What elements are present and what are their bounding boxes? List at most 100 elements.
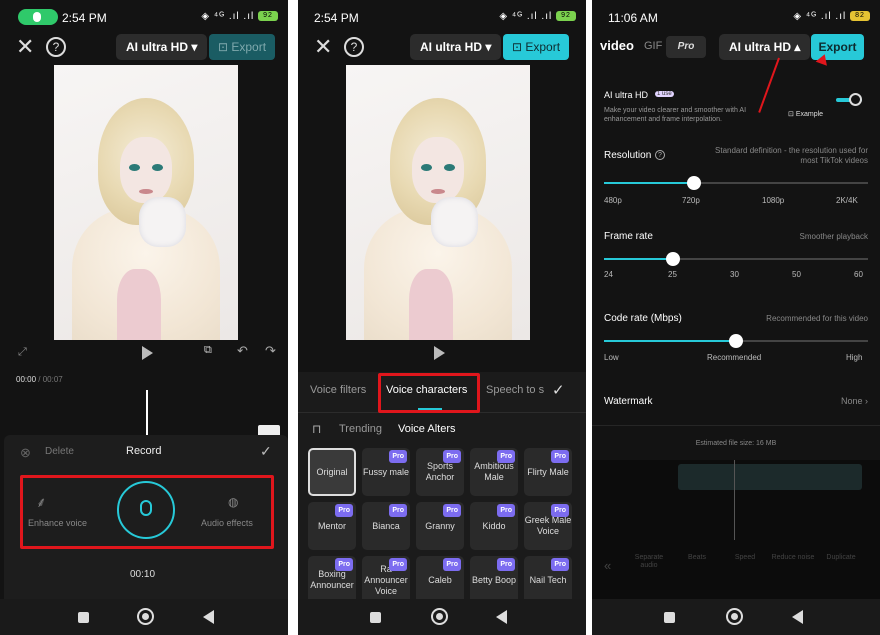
tab-voice-filters[interactable]: Voice filters — [310, 384, 366, 396]
voice-option[interactable]: Ra Announcer Voice Pro — [362, 556, 410, 604]
voice-option[interactable]: Boxing Announcer Pro — [308, 556, 356, 604]
close-icon[interactable]: ✕ — [314, 34, 332, 60]
slider-fill — [604, 340, 736, 342]
status-bar: 2:54 PM ◈ ⁴ᴳ .ıl .ıl 92 — [298, 0, 586, 34]
delete-icon[interactable]: ⊗ — [20, 445, 31, 461]
resolution-title: Resolution — [604, 150, 652, 161]
voice-option[interactable]: Granny Pro — [416, 502, 464, 550]
status-icons: ◈ ⁴ᴳ .ıl .ıl 92 — [201, 11, 278, 22]
recents-nav-icon[interactable] — [664, 612, 675, 623]
voice-option[interactable]: Bianca Pro — [362, 502, 410, 550]
voice-option[interactable]: Greek Male Voice Pro — [524, 502, 572, 550]
export-label: Export — [231, 40, 267, 54]
close-icon[interactable]: ✕ — [16, 34, 34, 60]
resolution-dropdown[interactable]: AI ultra HD ▴ — [719, 34, 811, 60]
info-icon[interactable]: ? — [655, 150, 665, 160]
export-label: Export — [525, 40, 561, 54]
resolution-dropdown[interactable]: AI ultra HD ▾ — [410, 34, 502, 60]
timecode: 00:00 / 00:07 — [16, 375, 63, 384]
back-nav-icon[interactable] — [792, 610, 803, 624]
undo-icon[interactable]: ↶ — [237, 343, 248, 359]
play-icon[interactable] — [142, 346, 153, 360]
tab-pro[interactable]: Pro — [666, 36, 706, 58]
bookmark-icon[interactable]: ⊓ — [312, 422, 321, 436]
status-time: 2:54 PM — [314, 11, 359, 25]
tab-video[interactable]: video — [600, 38, 634, 53]
voice-option[interactable]: Kiddo Pro — [470, 502, 518, 550]
voice-option-label: Boxing Announcer — [310, 569, 354, 590]
play-icon[interactable] — [434, 346, 445, 360]
status-icons: ◈ ⁴ᴳ .ıl .ıl 82 — [793, 11, 870, 22]
tick-label: 2K/4K — [836, 196, 858, 205]
tick-label: High — [846, 353, 863, 362]
phone-screen-record: 2:54 PM ◈ ⁴ᴳ .ıl .ıl 92 ✕ ? AI ultra HD … — [0, 0, 288, 635]
pro-badge: Pro — [389, 558, 407, 571]
pro-badge: Pro — [389, 450, 407, 463]
top-bar: video GIF Pro AI ultra HD ▴ Export — [592, 34, 880, 62]
tick-label: 25 — [668, 270, 677, 279]
toolbar-item[interactable]: Reduce noise — [770, 554, 816, 562]
back-nav-icon[interactable] — [203, 610, 214, 624]
export-button[interactable]: ⊡ Export — [209, 34, 275, 60]
subtab-voice-alters[interactable]: Voice Alters — [398, 423, 455, 435]
pro-badge: Pro — [551, 450, 569, 463]
voice-option[interactable]: Caleb Pro — [416, 556, 464, 604]
export-button[interactable]: ⊡ Export — [503, 34, 569, 60]
tick-label: 24 — [604, 270, 613, 279]
toolbar-item[interactable]: Speed — [722, 554, 768, 562]
framerate-slider[interactable] — [604, 252, 868, 266]
ai-toggle[interactable] — [836, 93, 862, 106]
home-nav-icon[interactable] — [726, 608, 743, 625]
pro-badge: Pro — [443, 450, 461, 463]
pro-badge: Pro — [497, 450, 515, 463]
toolbar-item[interactable]: Beats — [674, 554, 720, 562]
slider-knob[interactable] — [729, 334, 743, 348]
video-preview — [54, 65, 238, 340]
help-icon[interactable]: ? — [46, 37, 66, 57]
resolution-slider[interactable] — [604, 176, 868, 190]
pro-badge: Pro — [443, 558, 461, 571]
voice-option-label: Flirty Male — [527, 466, 569, 477]
slider-knob[interactable] — [686, 176, 701, 190]
resolution-dropdown[interactable]: AI ultra HD ▾ — [116, 34, 208, 60]
recents-nav-icon[interactable] — [370, 612, 381, 623]
recents-nav-icon[interactable] — [78, 612, 89, 623]
redo-icon[interactable]: ↷ — [265, 343, 276, 359]
example-link[interactable]: ⊡ Example — [788, 110, 823, 118]
tick-label: 30 — [730, 270, 739, 279]
fullscreen-icon[interactable]: ⤢ — [18, 346, 27, 359]
toolbar-item[interactable]: Duplicate — [818, 554, 864, 562]
pro-badge: Pro — [497, 504, 515, 517]
voice-option[interactable]: Mentor Pro — [308, 502, 356, 550]
slider-knob[interactable] — [665, 252, 680, 266]
coderate-slider[interactable] — [604, 334, 868, 348]
home-nav-icon[interactable] — [431, 608, 448, 625]
voice-option[interactable]: Fussy male Pro — [362, 448, 410, 496]
voice-option-label: Kiddo — [482, 520, 506, 531]
voice-option[interactable]: Sports Anchor Pro — [416, 448, 464, 496]
pro-badge: Pro — [335, 558, 353, 571]
watermark-selector[interactable]: None › — [841, 396, 868, 406]
toolbar-item[interactable]: Separate audio — [626, 554, 672, 570]
confirm-check-icon[interactable]: ✓ — [260, 443, 272, 460]
tab-gif[interactable]: GIF — [644, 40, 662, 52]
voice-option[interactable]: Ambitious Male Pro — [470, 448, 518, 496]
help-icon[interactable]: ? — [344, 37, 364, 57]
back-nav-icon[interactable] — [496, 610, 507, 624]
delete-button[interactable]: Delete — [45, 446, 74, 457]
tick-label: 480p — [604, 196, 622, 205]
collapse-icon[interactable]: « — [604, 558, 611, 573]
dimmed-editor-area: « Separate audio Beats Speed Reduce noise Du… — [592, 460, 880, 599]
confirm-check-icon[interactable]: ✓ — [552, 381, 565, 399]
voice-option[interactable]: Flirty Male Pro — [524, 448, 572, 496]
voice-option[interactable]: Nail Tech Pro — [524, 556, 572, 604]
voice-option[interactable]: Original — [308, 448, 356, 496]
subtab-trending[interactable]: Trending — [339, 423, 382, 435]
keyframe-icon[interactable]: ⧉ — [204, 344, 212, 357]
pro-badge: Pro — [443, 504, 461, 517]
tab-speech-to-song[interactable]: Speech to s — [486, 384, 544, 396]
home-nav-icon[interactable] — [137, 608, 154, 625]
playhead[interactable] — [146, 390, 148, 436]
watermark-value: None — [840, 396, 863, 406]
voice-option[interactable]: Betty Boop Pro — [470, 556, 518, 604]
